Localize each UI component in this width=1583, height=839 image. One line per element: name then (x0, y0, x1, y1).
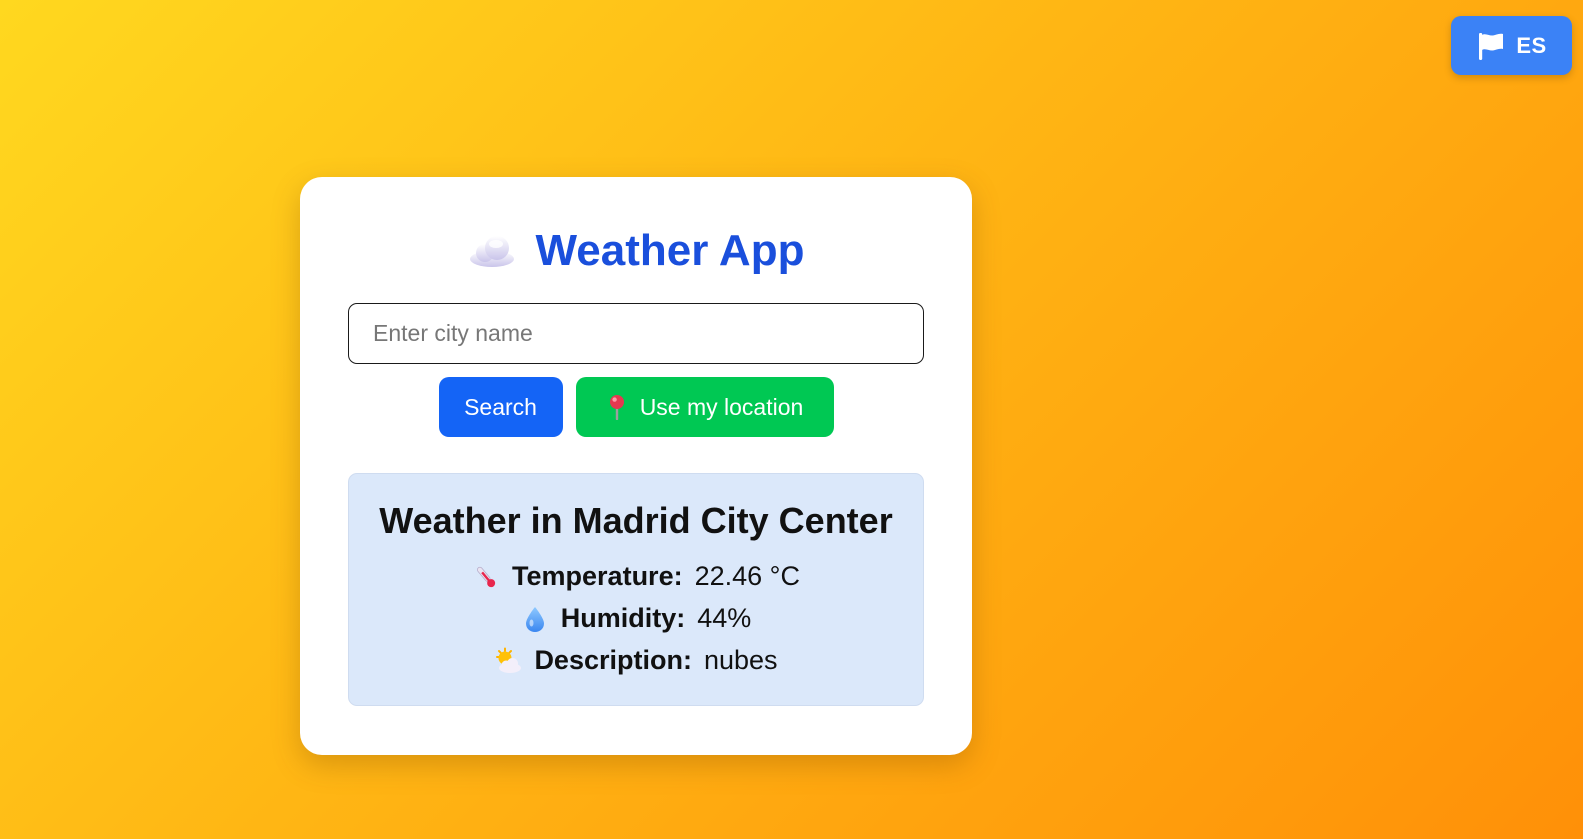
sun-behind-cloud-icon (494, 647, 522, 675)
humidity-row: Humidity: 44% (349, 603, 923, 634)
language-label: ES (1516, 32, 1547, 58)
description-value: nubes (703, 645, 778, 675)
use-location-label: Use my location (639, 393, 804, 420)
thermometer-icon (472, 563, 500, 591)
app-header: Weather App (300, 221, 972, 281)
temperature-value: 22.46 °C (694, 561, 800, 591)
language-toggle-button[interactable]: ES (1451, 16, 1572, 75)
temperature-label: Temperature: (512, 561, 683, 591)
weather-result-panel: Weather in Madrid City Center Temperatur… (348, 473, 924, 706)
page-title: Weather App (535, 226, 805, 275)
cloud-icon (468, 233, 516, 269)
pin-icon (606, 394, 628, 421)
humidity-value: 44% (697, 603, 752, 633)
use-location-button[interactable]: Use my location (575, 377, 834, 437)
weather-card: Weather App Search Use my location Weath… (300, 177, 972, 755)
search-button[interactable]: Search (438, 377, 563, 437)
description-label: Description: (534, 645, 692, 675)
city-search-input[interactable] (348, 303, 924, 364)
description-row: Description: nubes (349, 645, 923, 676)
weather-location-title: Weather in Madrid City Center (379, 500, 893, 541)
temperature-row: Temperature: 22.46 °C (349, 561, 923, 592)
droplet-icon (521, 605, 549, 633)
action-buttons: Search Use my location (300, 377, 972, 437)
search-button-label: Search (464, 393, 537, 420)
humidity-label: Humidity: (560, 603, 686, 633)
flag-icon (1476, 31, 1506, 61)
